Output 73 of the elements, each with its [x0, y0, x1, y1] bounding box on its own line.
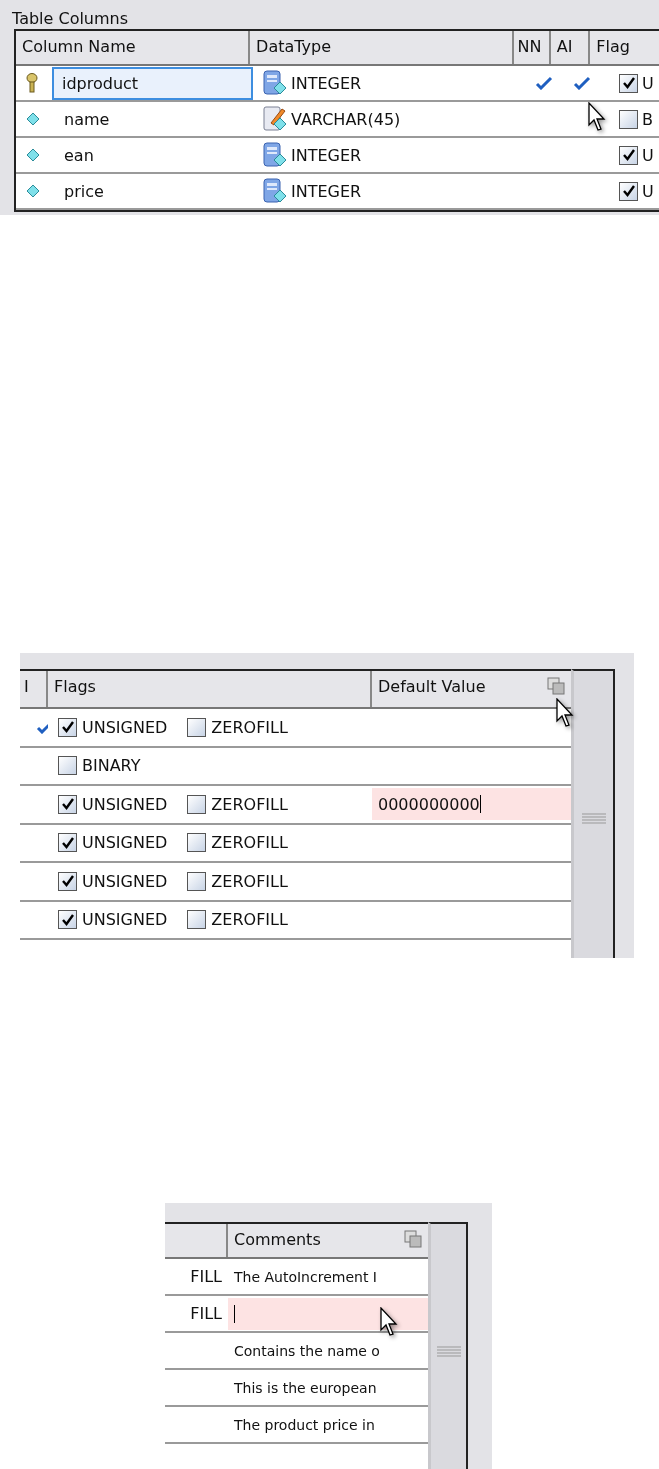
window-restore-icon[interactable] — [547, 677, 565, 695]
checkbox[interactable] — [58, 794, 77, 814]
scrollbar[interactable] — [571, 669, 615, 958]
cursor-icon — [588, 102, 608, 132]
pencil-document-icon — [263, 106, 287, 132]
checkbox[interactable] — [187, 794, 207, 814]
data-type: INTEGER — [291, 181, 362, 201]
column-header[interactable]: I — [20, 671, 48, 707]
data-type: INTEGER — [291, 145, 362, 165]
checkbox[interactable] — [619, 109, 638, 129]
checkbox[interactable] — [187, 910, 207, 930]
flag-label: ZEROFILL — [211, 794, 288, 814]
checkbox[interactable] — [58, 871, 77, 891]
diamond-icon — [26, 148, 40, 162]
checkbox[interactable] — [58, 833, 77, 853]
flag-label: UNSIGNED — [82, 794, 168, 814]
scrollbar[interactable] — [428, 1222, 468, 1469]
column-header[interactable]: Default Value — [372, 671, 571, 707]
default-value-field[interactable]: 0000000000 — [372, 788, 571, 821]
checkbox[interactable] — [187, 717, 207, 737]
comment-text: This is the european — [233, 1379, 377, 1396]
checkbox[interactable] — [58, 756, 77, 776]
column-name[interactable]: idproduct — [52, 66, 253, 100]
flag-label: UNSIGNED — [82, 871, 168, 891]
checkbox[interactable] — [58, 717, 77, 737]
database-icon — [263, 142, 287, 168]
checkbox[interactable] — [187, 871, 207, 891]
comment-text: The product price in — [233, 1416, 375, 1433]
checkbox[interactable] — [619, 145, 638, 165]
checkbox[interactable] — [619, 181, 638, 201]
flag-label: ZEROFILL — [211, 717, 288, 737]
section-title: Table Columns — [11, 8, 130, 29]
flag-label: U — [642, 145, 654, 165]
database-icon — [263, 178, 287, 204]
column-header[interactable]: Column Name — [16, 31, 251, 64]
column-name[interactable]: name — [54, 102, 253, 136]
checkbox[interactable] — [187, 833, 207, 853]
checkbox[interactable] — [58, 910, 77, 930]
checkmark-icon — [573, 76, 591, 90]
flag-label: UNSIGNED — [82, 833, 168, 853]
column-header[interactable]: Flags — [48, 671, 372, 707]
data-type: INTEGER — [291, 73, 362, 93]
data-type: VARCHAR(45) — [291, 109, 401, 129]
flag-label: FILL — [190, 1304, 222, 1323]
column-header[interactable]: DataType — [250, 31, 515, 64]
column-header[interactable]: NN — [514, 31, 551, 64]
flag-label: UNSIGNED — [82, 910, 168, 930]
comment-text: Contains the name o — [233, 1342, 380, 1359]
comment-text: The AutoIncrement I — [233, 1268, 377, 1285]
grip-icon — [581, 813, 606, 825]
key-icon — [26, 73, 38, 93]
diamond-icon — [26, 184, 40, 198]
column-name[interactable]: price — [54, 174, 253, 208]
column-header[interactable]: Flag — [590, 31, 659, 64]
checkmark-icon — [535, 76, 553, 90]
cursor-icon — [380, 1307, 400, 1337]
flag-label: ZEROFILL — [211, 871, 288, 891]
flag-label: BINARY — [82, 756, 141, 776]
database-icon — [263, 70, 287, 96]
checkbox[interactable] — [619, 73, 638, 93]
flag-label: U — [642, 73, 654, 93]
flag-label: FILL — [190, 1267, 222, 1286]
flag-label: U — [642, 181, 654, 201]
column-name[interactable]: ean — [54, 138, 253, 172]
column-header[interactable]: AI — [550, 31, 591, 64]
flag-label: ZEROFILL — [211, 833, 288, 853]
flag-label: UNSIGNED — [82, 717, 168, 737]
comment-field[interactable] — [228, 1297, 428, 1330]
flag-label: ZEROFILL — [211, 910, 288, 930]
window-restore-icon[interactable] — [404, 1230, 422, 1248]
flag-label: B — [642, 109, 653, 129]
grip-icon — [436, 1346, 461, 1358]
diamond-icon — [26, 112, 40, 126]
